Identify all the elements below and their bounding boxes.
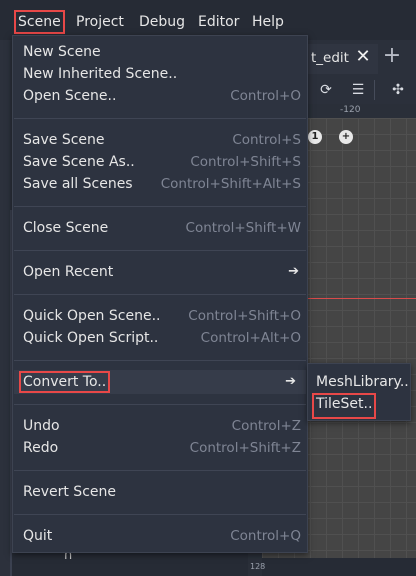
menu-item-label: Save Scene As.. (23, 154, 135, 170)
list-select-icon[interactable]: ☰ (348, 80, 368, 100)
close-icon[interactable]: ✕ (354, 47, 372, 67)
menu-item-label: Convert To.. (18, 371, 111, 393)
menu-item-shortcut: Control+Q (230, 528, 301, 544)
menu-separator (14, 360, 306, 361)
menu-item-quick-open-script[interactable]: Quick Open Script.. Control+Alt+O (23, 327, 301, 349)
menu-item-close-scene[interactable]: Close Scene Control+Shift+W (23, 217, 301, 239)
menu-item-shortcut: Control+Shift+Z (189, 440, 301, 456)
menu-item-save-scene-as[interactable]: Save Scene As.. Control+Shift+S (23, 151, 301, 173)
menu-item-label: Undo (23, 418, 60, 434)
horizontal-ruler (306, 104, 416, 119)
menu-item-shortcut: Control+S (232, 132, 301, 148)
menu-item-label: Save Scene (23, 132, 105, 148)
menu-separator (14, 294, 306, 295)
menu-scene[interactable]: Scene (14, 10, 65, 34)
menu-item-label: Revert Scene (23, 484, 116, 500)
menu-project[interactable]: Project (76, 12, 124, 32)
menu-item-quit[interactable]: Quit Control+Q (23, 525, 301, 547)
menu-item-new-inherited-scene[interactable]: New Inherited Scene.. (23, 63, 301, 85)
menu-item-save-scene[interactable]: Save Scene Control+S (23, 129, 301, 151)
menu-item-revert-scene[interactable]: Revert Scene (23, 481, 301, 503)
menu-item-label: New Scene (23, 44, 101, 60)
scene-menu-popup: New Scene New Inherited Scene.. Open Sce… (12, 35, 308, 553)
menu-separator (14, 404, 306, 405)
submenu-item-tileset[interactable]: TileSet.. (311, 393, 377, 419)
menu-item-label: Quick Open Scene.. (23, 308, 161, 324)
menu-item-redo[interactable]: Redo Control+Shift+Z (23, 437, 301, 459)
menu-item-shortcut: Control+Shift+O (188, 308, 301, 324)
menu-separator (14, 118, 306, 119)
menu-item-quick-open-scene[interactable]: Quick Open Scene.. Control+Shift+O (23, 305, 301, 327)
menu-item-convert-to[interactable]: Convert To.. ➔ (14, 370, 306, 394)
menu-editor[interactable]: Editor (198, 12, 239, 32)
menu-separator (14, 514, 306, 515)
menu-bar: Scene Project Debug Editor Help (0, 0, 416, 40)
menu-item-shortcut: Control+Z (231, 418, 301, 434)
submenu-item-mesh-library[interactable]: MeshLibrary.. (316, 371, 409, 393)
menu-item-label: New Inherited Scene.. (23, 66, 178, 82)
menu-item-save-all-scenes[interactable]: Save all Scenes Control+Shift+Alt+S (23, 173, 301, 195)
menu-item-shortcut: Control+Alt+O (200, 330, 301, 346)
x-axis-line (306, 298, 416, 299)
submenu-arrow-icon: ➔ (285, 374, 296, 389)
menu-separator (14, 206, 306, 207)
add-tab-icon[interactable]: + (382, 45, 402, 67)
menu-item-label: Save all Scenes (23, 176, 133, 192)
menu-item-label: Quit (23, 528, 53, 544)
menu-item-shortcut: Control+O (230, 88, 301, 104)
menu-item-shortcut: Control+Shift+W (185, 220, 301, 236)
scene-tab-label: t_edit (311, 50, 349, 66)
menu-item-label: Quick Open Script.. (23, 330, 159, 346)
add-point-icon[interactable]: + (339, 130, 353, 144)
menu-debug[interactable]: Debug (139, 12, 185, 32)
menu-item-open-recent[interactable]: Open Recent ➔ (23, 261, 301, 283)
menu-item-new-scene[interactable]: New Scene (23, 41, 301, 63)
viewport-marker-icon[interactable]: 1 (308, 130, 322, 144)
menu-separator (14, 250, 306, 251)
menu-item-open-scene[interactable]: Open Scene.. Control+O (23, 85, 301, 107)
pan-icon[interactable]: ✣ (388, 80, 408, 100)
ruler-label: 128 (250, 562, 266, 571)
menu-separator (14, 470, 306, 471)
menu-item-shortcut: Control+Shift+Alt+S (160, 176, 301, 192)
menu-help[interactable]: Help (252, 12, 284, 32)
menu-item-label: Open Scene.. (23, 88, 117, 104)
menu-item-label: Open Recent (23, 264, 114, 280)
menu-item-undo[interactable]: Undo Control+Z (23, 415, 301, 437)
toolbar-separator (374, 80, 375, 100)
menu-item-label: Close Scene (23, 220, 109, 236)
ruler-label: -120 (340, 105, 361, 115)
menu-item-label: Redo (23, 440, 59, 456)
menu-item-shortcut: Control+Shift+S (190, 154, 301, 170)
convert-to-submenu: MeshLibrary.. TileSet.. (307, 363, 411, 421)
rotate-icon[interactable]: ⟳ (316, 80, 336, 100)
submenu-arrow-icon: ➔ (288, 264, 299, 279)
